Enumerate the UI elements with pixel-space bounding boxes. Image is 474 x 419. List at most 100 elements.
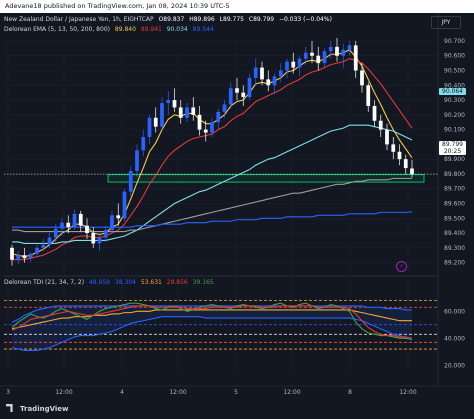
candle-body: [410, 168, 414, 175]
candle-body: [316, 55, 321, 64]
candle-body: [328, 46, 333, 52]
price-tick: 89.400: [444, 230, 465, 237]
candle-body: [41, 244, 46, 248]
candle-body: [166, 100, 171, 104]
ema-line-5: [12, 211, 413, 228]
currency-button[interactable]: JPY: [431, 16, 461, 29]
candle-body: [66, 222, 71, 228]
candle-body: [397, 151, 402, 160]
candle-body: [210, 122, 214, 133]
tradingview-logo-text: TradingView: [20, 405, 69, 413]
candle-body: [72, 213, 77, 228]
candle-body: [185, 107, 189, 118]
candle-body: [160, 103, 164, 127]
ema-legend[interactable]: Delorean EMA (5, 13, 50, 200, 800) 89.84…: [4, 26, 214, 33]
price-tick: 90.600: [444, 53, 465, 60]
ema5-value: 89.840: [114, 26, 136, 33]
candle-body: [297, 58, 302, 68]
candle-body: [335, 46, 339, 56]
candle-body: [110, 215, 114, 231]
price-tick: 89.500: [444, 215, 465, 222]
candle-body: [347, 45, 352, 50]
price-chart[interactable]: 90.70090.60090.50090.40090.30090.20090.1…: [0, 13, 474, 399]
candle-body: [247, 77, 252, 98]
candle-body: [322, 51, 327, 64]
tdi-value-5: 39.165: [192, 279, 214, 286]
price-tick: 89.900: [444, 156, 465, 163]
candle-body: [178, 107, 183, 118]
close-value: C89.799: [248, 16, 275, 23]
time-tick: 8: [348, 389, 352, 396]
tdi-value-3: 53.631: [140, 279, 162, 286]
ema50-price-badge: 90.064: [439, 88, 466, 95]
candle-body: [47, 237, 52, 245]
tdi-title: Delorean TDI (21, 34, 7, 2): [4, 279, 85, 286]
price-tick: 90.500: [444, 68, 465, 75]
tdi-tick: 60.000: [444, 308, 465, 315]
candle-body: [22, 255, 27, 259]
candle-body: [197, 114, 202, 130]
time-tick: 3: [6, 389, 10, 396]
price-tick: 90.700: [444, 38, 465, 45]
candle-body: [153, 117, 158, 127]
candle-body: [222, 104, 227, 112]
ema13-value: 89.941: [140, 26, 162, 33]
candle-body: [278, 70, 283, 77]
bar-countdown: 20:25: [443, 148, 462, 155]
tdi-legend[interactable]: Delorean TDI (21, 34, 7, 2) 48.959 38.30…: [4, 279, 214, 286]
tdi-value-1: 48.959: [88, 279, 110, 286]
candle-body: [141, 137, 146, 151]
time-tick: 4: [120, 389, 124, 396]
candle-body: [303, 52, 308, 59]
symbol-legend[interactable]: New Zealand Dollar / Japanese Yen, 1h, E…: [4, 16, 332, 23]
candle-body: [291, 61, 296, 68]
price-tick: 89.700: [444, 186, 465, 193]
time-tick: 12:00: [55, 389, 72, 396]
candle-body: [28, 253, 33, 259]
candle-body: [35, 247, 39, 254]
price-tick: 90.100: [444, 127, 465, 134]
candle-body: [10, 247, 14, 260]
candle-body: [353, 45, 358, 71]
high-value: H89.896: [189, 16, 215, 23]
candle-body: [228, 88, 233, 105]
symbol-title: New Zealand Dollar / Japanese Yen, 1h, E…: [4, 16, 154, 23]
ema50-value: 90.034: [166, 26, 188, 33]
footer: TradingView: [0, 399, 474, 419]
publish-bar: Adevane18 published on TradingView.com, …: [0, 0, 474, 13]
change-value: −0.033 (−0.04%): [279, 16, 332, 23]
tdi-tick: 20.000: [444, 362, 465, 369]
published-text: Adevane18 published on TradingView.com, …: [5, 2, 230, 10]
candle-body: [266, 79, 271, 86]
candle-body: [403, 159, 408, 169]
candle-body: [241, 92, 246, 98]
candle-body: [372, 105, 377, 121]
tradingview-logo-icon: [6, 404, 13, 412]
ema-line-1: [11, 49, 413, 258]
candle-body: [260, 67, 264, 80]
last-price-badge: 89.799 20:25: [439, 141, 466, 155]
candle-body: [78, 213, 83, 226]
candle-body: [91, 233, 96, 244]
candle-body: [60, 222, 64, 229]
time-tick: 12:00: [169, 389, 186, 396]
price-tick: 89.600: [444, 201, 465, 208]
ema-line-4: [12, 177, 412, 233]
candle-body: [360, 70, 364, 86]
candle-body: [85, 225, 89, 234]
ema800-value: 89.544: [192, 26, 214, 33]
alert-icon[interactable]: ⚡: [396, 261, 407, 272]
ema-line-3: [12, 124, 413, 244]
candle-body: [135, 150, 139, 171]
candle-body: [16, 255, 21, 260]
tradingview-logo[interactable]: TradingView: [6, 404, 69, 413]
candle-body: [128, 170, 133, 192]
price-tick: 89.800: [444, 171, 465, 178]
candle-body: [116, 215, 121, 219]
tdi-value-2: 38.304: [114, 279, 136, 286]
candle-body: [235, 88, 239, 93]
ema-title: Delorean EMA (5, 13, 50, 200, 800): [4, 26, 110, 33]
candle-body: [191, 107, 196, 115]
price-tick: 89.300: [444, 245, 465, 252]
candle-body: [147, 117, 152, 138]
